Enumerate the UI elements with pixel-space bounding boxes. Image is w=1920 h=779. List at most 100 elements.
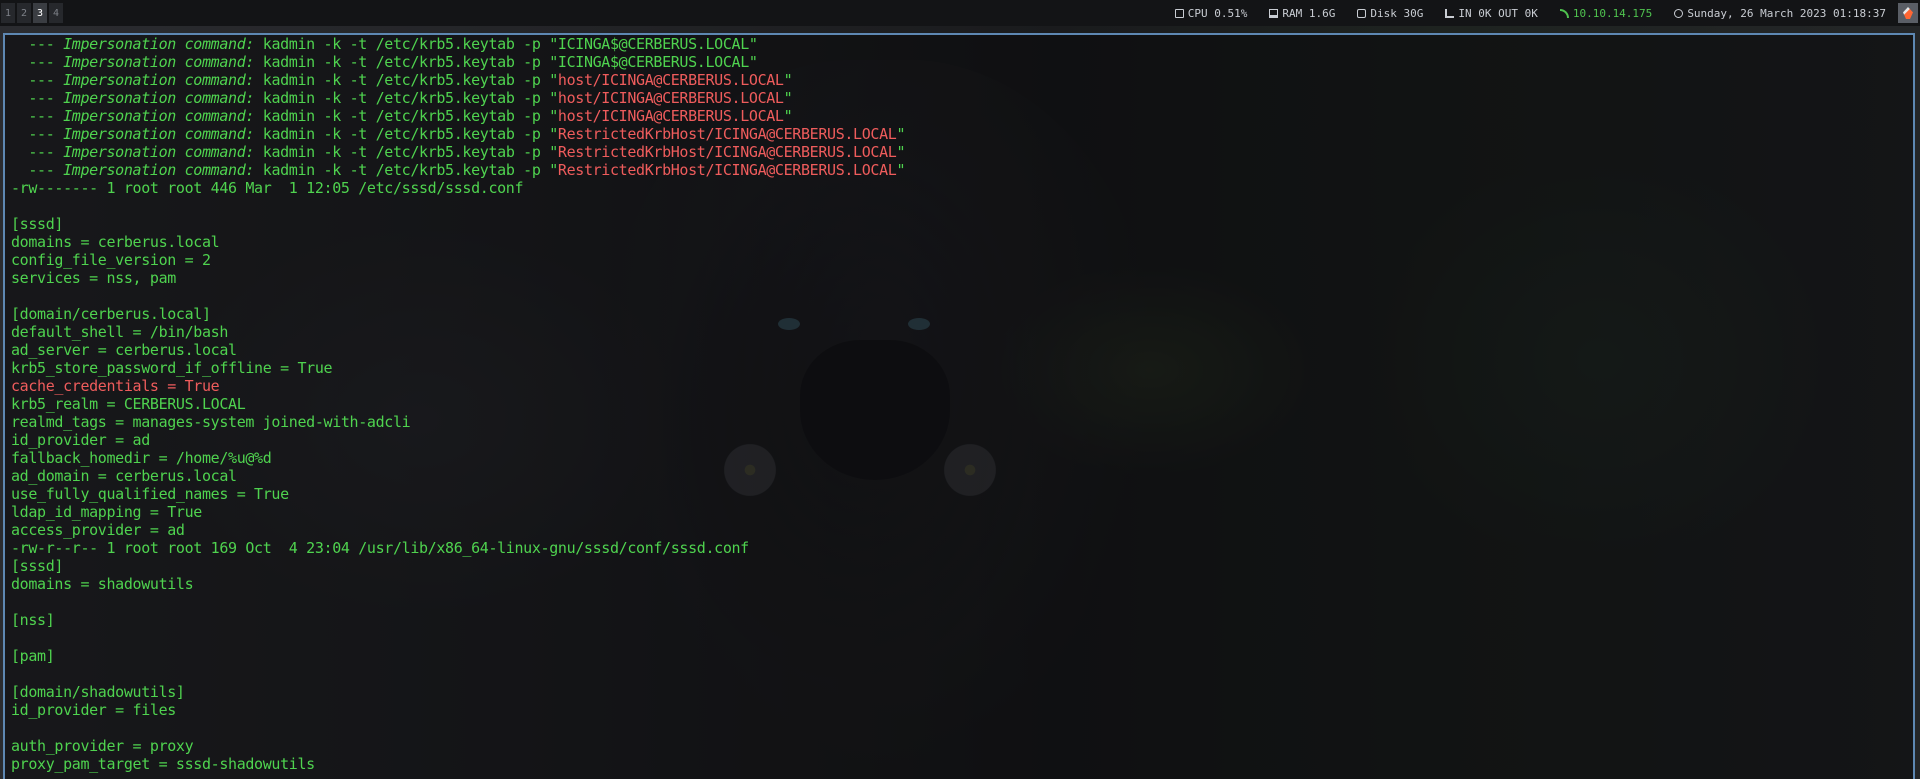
terminal-text: config_file_version = 2 — [11, 251, 211, 269]
terminal-text: ICINGA$@CERBERUS.LOCAL — [557, 35, 749, 53]
terminal-line: krb5_realm = CERBERUS.LOCAL — [11, 395, 1913, 413]
terminal-text: cache_credentials = True — [11, 377, 220, 395]
terminal-text: " — [783, 107, 793, 125]
terminal-text: -rw------- 1 root root 446 Mar 1 12:05 /… — [11, 179, 524, 197]
terminal-text: Impersonation command: — [63, 35, 255, 53]
terminal-line: --- Impersonation command: kadmin -k -t … — [11, 89, 1913, 107]
burpsuite-icon — [1903, 7, 1913, 19]
workspace-switcher: 1234 — [0, 0, 64, 26]
terminal-text: --- — [11, 35, 64, 53]
terminal-text: krb5_realm = CERBERUS.LOCAL — [11, 395, 246, 413]
workspace-4-button[interactable]: 4 — [49, 3, 63, 23]
terminal-line: domains = shadowutils — [11, 575, 1913, 593]
terminal-text: " — [748, 35, 758, 53]
terminal-text: fallback_homedir = /home/%u@%d — [11, 449, 272, 467]
terminal-text: " — [783, 71, 793, 89]
terminal-line: [pam] — [11, 647, 1913, 665]
vpn-ip: 10.10.14.175 — [1572, 6, 1653, 20]
terminal-line: use_fully_qualified_names = True — [11, 485, 1913, 503]
terminal-line: --- Impersonation command: kadmin -k -t … — [11, 35, 1913, 53]
terminal-text: default_shell = /bin/bash — [11, 323, 229, 341]
terminal-window[interactable]: --- Impersonation command: kadmin -k -t … — [3, 33, 1915, 779]
workspace-1-button[interactable]: 1 — [1, 3, 15, 23]
ram-icon — [1269, 8, 1279, 18]
terminal-text: auth_provider = proxy — [11, 737, 194, 755]
terminal-text: kadmin -k -t /etc/krb5.keytab -p " — [254, 53, 559, 71]
terminal-line: --- Impersonation command: kadmin -k -t … — [11, 107, 1913, 125]
terminal-text: [nss] — [11, 611, 55, 629]
terminal-line: services = nss, pam — [11, 269, 1913, 287]
terminal-text: domains = cerberus.local — [11, 233, 220, 251]
terminal-line: proxy_pam_target = sssd-shadowutils — [11, 755, 1913, 773]
terminal-line: -rw------- 1 root root 446 Mar 1 12:05 /… — [11, 179, 1913, 197]
terminal-text: --- — [11, 71, 64, 89]
burpsuite-launcher[interactable] — [1898, 3, 1918, 23]
workspace-2-button[interactable]: 2 — [17, 3, 31, 23]
terminal-text: " — [896, 143, 906, 161]
terminal-text: use_fully_qualified_names = True — [11, 485, 289, 503]
terminal-line: --- Impersonation command: kadmin -k -t … — [11, 161, 1913, 179]
datetime: Sunday, 26 March 2023 01:18:37 — [1687, 6, 1886, 20]
network-icon — [1445, 8, 1455, 18]
disk-status: Disk 30G — [1357, 7, 1423, 20]
terminal-line: -rw-r--r-- 1 root root 169 Oct 4 23:04 /… — [11, 539, 1913, 557]
terminal-text: [domain/shadowutils] — [11, 683, 185, 701]
clock-icon — [1674, 8, 1684, 18]
terminal-line: [sssd] — [11, 215, 1913, 233]
ram-usage: RAM 1.6G — [1282, 6, 1336, 20]
terminal-line: [domain/cerberus.local] — [11, 305, 1913, 323]
terminal-line: id_provider = ad — [11, 431, 1913, 449]
terminal-text: [sssd] — [11, 215, 64, 233]
ram-status: RAM 1.6G — [1269, 7, 1335, 20]
terminal-text: Impersonation command: — [63, 107, 255, 125]
terminal-line: id_provider = files — [11, 701, 1913, 719]
terminal-text: kadmin -k -t /etc/krb5.keytab -p " — [254, 71, 559, 89]
workspace-3-button[interactable]: 3 — [33, 3, 47, 23]
cpu-status: CPU 0.51% — [1174, 7, 1247, 20]
disk-usage: Disk 30G — [1370, 6, 1424, 20]
terminal-text: kadmin -k -t /etc/krb5.keytab -p " — [254, 161, 559, 179]
terminal-line: fallback_homedir = /home/%u@%d — [11, 449, 1913, 467]
terminal-text: " — [896, 161, 906, 179]
terminal-line: --- Impersonation command: kadmin -k -t … — [11, 53, 1913, 71]
terminal-output: --- Impersonation command: kadmin -k -t … — [5, 35, 1913, 773]
terminal-text: --- — [11, 125, 64, 143]
terminal-line: --- Impersonation command: kadmin -k -t … — [11, 71, 1913, 89]
terminal-line: [nss] — [11, 611, 1913, 629]
terminal-text: Impersonation command: — [63, 53, 255, 71]
terminal-text: id_provider = ad — [11, 431, 150, 449]
terminal-line: --- Impersonation command: kadmin -k -t … — [11, 143, 1913, 161]
terminal-line: cache_credentials = True — [11, 377, 1913, 395]
terminal-text: RestrictedKrbHost/ICINGA@CERBERUS.LOCAL — [557, 143, 897, 161]
terminal-line: ad_domain = cerberus.local — [11, 467, 1913, 485]
terminal-text: RestrictedKrbHost/ICINGA@CERBERUS.LOCAL — [557, 161, 897, 179]
network-traffic: IN 0K OUT 0K — [1458, 6, 1538, 20]
terminal-text: kadmin -k -t /etc/krb5.keytab -p " — [254, 143, 559, 161]
terminal-text: krb5_store_password_if_offline = True — [11, 359, 333, 377]
terminal-line: domains = cerberus.local — [11, 233, 1913, 251]
terminal-text: ldap_id_mapping = True — [11, 503, 202, 521]
terminal-text: kadmin -k -t /etc/krb5.keytab -p " — [254, 125, 559, 143]
terminal-text: host/ICINGA@CERBERUS.LOCAL — [557, 89, 784, 107]
terminal-text: kadmin -k -t /etc/krb5.keytab -p " — [254, 89, 559, 107]
vpn-status: 10.10.14.175 — [1559, 6, 1653, 20]
terminal-line: --- Impersonation command: kadmin -k -t … — [11, 125, 1913, 143]
terminal-text: [domain/cerberus.local] — [11, 305, 211, 323]
disk-icon — [1357, 8, 1367, 18]
terminal-text: ad_domain = cerberus.local — [11, 467, 237, 485]
terminal-text: " — [748, 53, 758, 71]
terminal-text: RestrictedKrbHost/ICINGA@CERBERUS.LOCAL — [557, 125, 897, 143]
terminal-text: Impersonation command: — [63, 143, 255, 161]
terminal-text: --- — [11, 143, 64, 161]
clock-status: Sunday, 26 March 2023 01:18:37 — [1674, 7, 1886, 20]
terminal-line: [sssd] — [11, 557, 1913, 575]
terminal-text: --- — [11, 53, 64, 71]
terminal-text: host/ICINGA@CERBERUS.LOCAL — [557, 107, 784, 125]
terminal-line: config_file_version = 2 — [11, 251, 1913, 269]
terminal-text: --- — [11, 161, 64, 179]
terminal-text: -rw-r--r-- 1 root root 169 Oct 4 23:04 /… — [11, 539, 749, 557]
